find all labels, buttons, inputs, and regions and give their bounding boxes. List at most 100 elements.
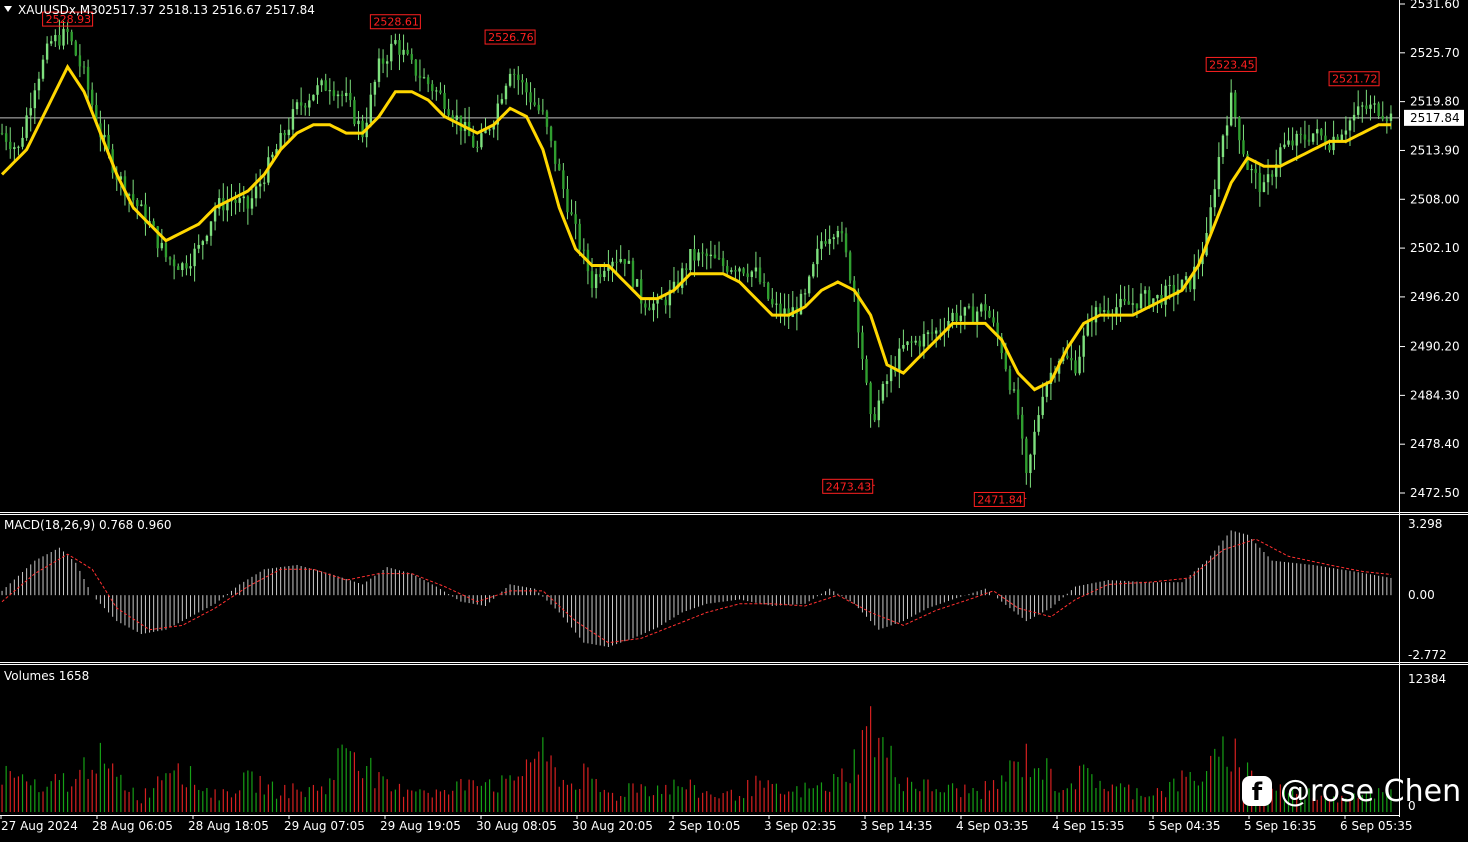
candle-body <box>1270 174 1274 177</box>
ohlc-label: 2517.37 2518.13 2516.67 2517.84 <box>105 3 315 17</box>
candle-body <box>70 31 73 42</box>
candle-body <box>705 253 708 257</box>
candle-body <box>975 311 979 322</box>
candle-body <box>304 105 307 108</box>
candle-body <box>209 221 213 236</box>
candle-body <box>627 260 631 264</box>
candle-body <box>644 303 647 308</box>
current-price-tag: 2517.84 <box>1404 109 1464 126</box>
candle-body <box>0 133 4 135</box>
candle-body <box>168 257 172 260</box>
candle-body <box>340 94 344 96</box>
candle-body <box>1295 133 1298 146</box>
trading-chart[interactable]: 2531.60 2525.70 2519.80 2513.90 2508.00 2502.… <box>0 0 1468 838</box>
candle-body <box>799 293 803 315</box>
candle-body <box>1025 438 1028 474</box>
candle-body <box>426 77 430 85</box>
candle-body <box>21 137 24 147</box>
candle-body <box>205 235 209 242</box>
candle-body <box>930 332 934 334</box>
candle-body <box>369 94 372 123</box>
candle-body <box>1139 293 1143 309</box>
candle-body <box>1361 105 1364 107</box>
candle-body <box>1303 134 1307 140</box>
macd-panel[interactable]: MACD(18,26,9) 0.768 0.960 3.298 0.00 -2.77… <box>1 517 1447 662</box>
candle-body <box>181 263 184 271</box>
candle-body <box>373 81 377 95</box>
candle-body <box>631 260 635 287</box>
candle-body <box>455 115 459 120</box>
price-panel[interactable]: 2531.60 2525.70 2519.80 2513.90 2508.00 2502.… <box>0 0 1464 507</box>
candle-body <box>861 332 864 360</box>
candle-body <box>1131 303 1135 305</box>
volume-title: Volumes 1658 <box>4 669 89 683</box>
candle-body <box>1148 290 1151 307</box>
candle-body <box>103 134 106 138</box>
price-axis-label: 2478.40 <box>1410 437 1460 451</box>
candle-body <box>525 82 528 93</box>
candle-body <box>357 120 360 125</box>
candle-body <box>9 141 12 150</box>
candle-body <box>881 383 885 401</box>
candle-body <box>308 100 311 108</box>
candle-body <box>582 249 586 251</box>
candle-body <box>320 80 323 86</box>
candle-body <box>480 133 483 148</box>
candle-body <box>832 237 835 240</box>
time-axis-label: 28 Aug 06:05 <box>92 819 173 833</box>
candle-body <box>1254 169 1257 173</box>
candle-body <box>37 78 41 91</box>
candle-body <box>701 252 704 254</box>
candle-body <box>910 341 913 343</box>
candle-body <box>291 109 295 130</box>
candle-body <box>45 43 49 60</box>
candle-body <box>1381 115 1384 120</box>
candle-body <box>848 252 852 281</box>
candle-body <box>1389 113 1393 121</box>
candle-body <box>1037 415 1040 432</box>
candle-body <box>131 194 135 201</box>
candle-body <box>328 90 332 92</box>
candle-body <box>361 120 364 138</box>
candle-body <box>566 188 569 213</box>
candle-body <box>86 66 90 90</box>
candle-body <box>504 85 508 100</box>
volume-panel[interactable]: Volumes 1658 123840 <box>1 669 1446 813</box>
macd-title: MACD(18,26,9) 0.768 0.960 <box>4 518 171 532</box>
candle-body <box>443 92 446 110</box>
candle-body <box>62 28 65 46</box>
candle-body <box>828 239 831 244</box>
candle-body <box>164 242 168 258</box>
price-axis-label: 2502.10 <box>1410 241 1460 255</box>
time-axis-label: 30 Aug 20:05 <box>572 819 653 833</box>
candle-body <box>594 274 598 289</box>
candle-body <box>54 35 57 42</box>
candle-body <box>1332 136 1335 151</box>
candle-body <box>1123 298 1126 302</box>
candle-body <box>611 261 614 267</box>
candle-body <box>435 90 438 92</box>
extreme-label: 2523.45 <box>1209 58 1255 71</box>
candle-body <box>1238 117 1241 141</box>
candle-body <box>1004 353 1008 370</box>
candle-body <box>201 241 205 245</box>
candle-body <box>824 241 827 244</box>
candle-body <box>1094 307 1098 323</box>
candle-body <box>1045 384 1048 397</box>
price-axis-label: 2525.70 <box>1410 46 1460 60</box>
candle-body <box>803 293 807 295</box>
candle-body <box>197 244 200 249</box>
candle-body <box>1164 285 1167 305</box>
candle-body <box>779 303 782 314</box>
candle-body <box>1279 147 1282 165</box>
candle-body <box>258 183 262 187</box>
candle-body <box>1213 189 1216 208</box>
current-price-label: 2517.84 <box>1410 111 1460 125</box>
time-axis-label: 28 Aug 18:05 <box>188 819 269 833</box>
candle-body <box>750 271 754 277</box>
candle-body <box>877 400 881 421</box>
watermark: f @rose Chen <box>1242 770 1461 812</box>
candle-body <box>332 90 336 97</box>
candle-body <box>906 341 909 345</box>
candle-body <box>29 108 32 116</box>
